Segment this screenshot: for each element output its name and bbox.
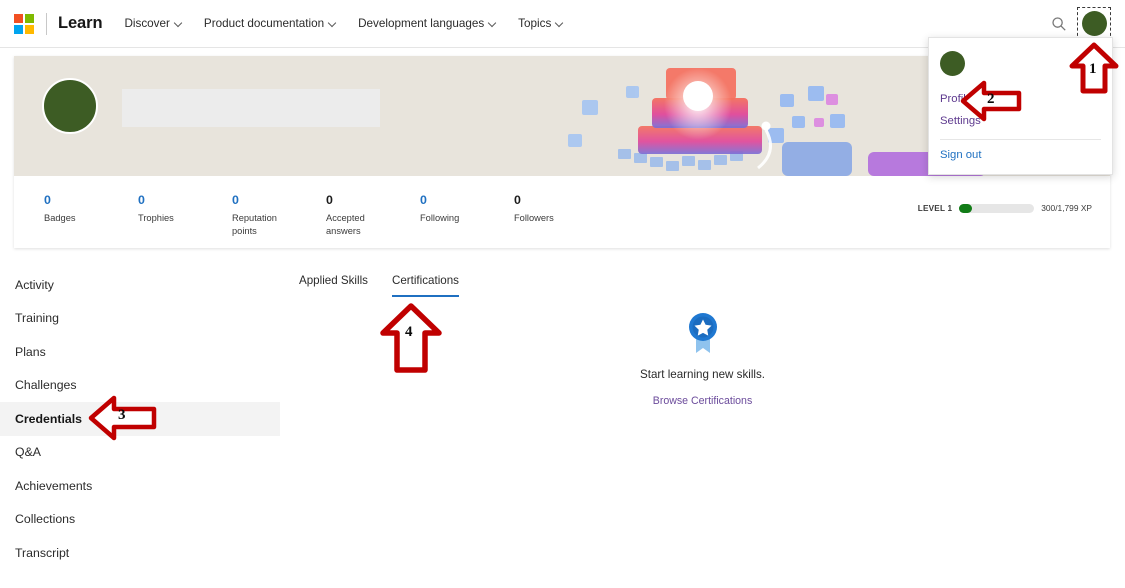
annotation-arrow-3: 3: [88, 395, 158, 441]
chevron-down-icon: [175, 19, 183, 27]
user-avatar-icon: [940, 51, 965, 76]
sidebar-item-activity[interactable]: Activity: [0, 268, 280, 302]
chevron-down-icon: [556, 19, 564, 27]
stat-accepted-answers[interactable]: 0 Accepted answers: [326, 192, 420, 237]
stat-value: 0: [138, 192, 232, 208]
stat-following[interactable]: 0 Following: [420, 192, 514, 225]
sidebar-item-training[interactable]: Training: [0, 302, 280, 336]
level-progress: LEVEL 1 300/1,799 XP: [918, 203, 1092, 213]
stat-label: Following: [420, 212, 514, 225]
annotation-number: 1: [1089, 61, 1097, 78]
nav-label: Product documentation: [204, 17, 324, 30]
sidebar-item-plans[interactable]: Plans: [0, 335, 280, 369]
nav-label: Topics: [518, 17, 551, 30]
user-avatar-icon: [1082, 11, 1107, 36]
stat-value: 0: [326, 192, 420, 208]
stat-label: Badges: [44, 212, 138, 225]
header-actions: [1051, 9, 1109, 39]
nav-item-topics[interactable]: Topics: [518, 17, 564, 30]
annotation-arrow-4: 4: [378, 302, 444, 374]
annotation-number: 3: [118, 407, 126, 424]
annotation-number: 2: [987, 91, 995, 108]
profile-name-redacted: [122, 89, 380, 127]
certification-badge-icon: [683, 310, 723, 356]
browse-certifications-link[interactable]: Browse Certifications: [653, 395, 753, 407]
stat-value: 0: [514, 192, 608, 208]
header-divider: [46, 13, 47, 35]
annotation-arrow-2: 2: [960, 80, 1022, 122]
stat-trophies[interactable]: 0 Trophies: [138, 192, 232, 225]
stat-label: Reputation points: [232, 212, 290, 237]
nav-item-product-documentation[interactable]: Product documentation: [204, 17, 337, 30]
stat-reputation-points[interactable]: 0 Reputation points: [232, 192, 326, 237]
stat-label: Followers: [514, 212, 608, 225]
stat-value: 0: [44, 192, 138, 208]
nav-label: Discover: [124, 17, 169, 30]
level-xp-text: 300/1,799 XP: [1041, 203, 1092, 213]
level-progress-track: [959, 204, 1034, 213]
profile-avatar[interactable]: [42, 78, 98, 134]
level-label: LEVEL 1: [918, 204, 952, 213]
credentials-tabs: Applied Skills Certifications: [299, 274, 459, 297]
main-nav: Discover Product documentation Developme…: [124, 17, 564, 30]
microsoft-logo-icon[interactable]: [14, 14, 34, 34]
annotation-number: 4: [405, 324, 413, 341]
menu-divider: [940, 139, 1101, 140]
learn-profile-page: Learn Discover Product documentation Dev…: [0, 0, 1125, 588]
tab-applied-skills[interactable]: Applied Skills: [299, 274, 368, 297]
chevron-down-icon: [329, 19, 337, 27]
search-icon[interactable]: [1051, 16, 1067, 32]
stat-label: Trophies: [138, 212, 232, 225]
nav-item-discover[interactable]: Discover: [124, 17, 182, 30]
account-avatar-button[interactable]: [1079, 9, 1109, 39]
sidebar-item-collections[interactable]: Collections: [0, 503, 280, 537]
sidebar-item-transcript[interactable]: Transcript: [0, 536, 280, 570]
level-progress-fill: [959, 204, 972, 213]
menu-item-sign-out[interactable]: Sign out: [929, 144, 1112, 166]
empty-state-text: Start learning new skills.: [560, 368, 845, 381]
chevron-down-icon: [489, 19, 497, 27]
annotation-arrow-1: 1: [1069, 42, 1119, 94]
stat-value: 0: [420, 192, 514, 208]
nav-label: Development languages: [358, 17, 484, 30]
certifications-empty-state: Start learning new skills. Browse Certif…: [560, 310, 845, 409]
sidebar-item-achievements[interactable]: Achievements: [0, 469, 280, 503]
tab-certifications[interactable]: Certifications: [392, 274, 459, 297]
nav-item-development-languages[interactable]: Development languages: [358, 17, 497, 30]
stat-value: 0: [232, 192, 326, 208]
stat-followers[interactable]: 0 Followers: [514, 192, 608, 225]
stat-badges[interactable]: 0 Badges: [44, 192, 138, 225]
stat-label: Accepted answers: [326, 212, 380, 237]
brand-learn[interactable]: Learn: [58, 14, 102, 33]
profile-stats-bar: 0 Badges 0 Trophies 0 Reputation points …: [14, 176, 1110, 237]
